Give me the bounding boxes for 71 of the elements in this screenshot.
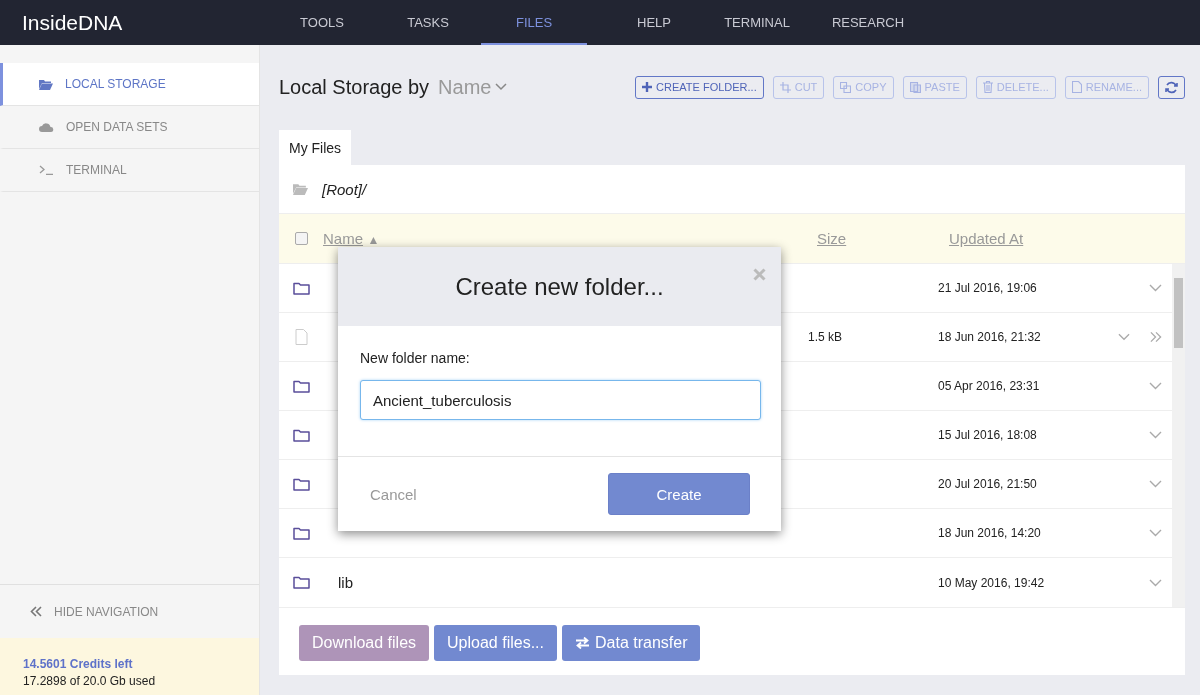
paste-icon [909,81,921,93]
refresh-icon [1165,80,1178,94]
nav-tab[interactable]: HELP [601,0,707,45]
cut-icon [779,81,791,93]
action-button[interactable]: Data transfer [562,625,701,661]
folder-icon [292,576,310,589]
folder-icon [292,379,310,393]
field-label: New folder name: [360,350,471,366]
folder-icon [292,281,310,295]
tab[interactable]: My Files [279,130,352,165]
file-size: 1.5 kB [808,330,843,344]
plus-icon [642,82,653,92]
caret-icon [495,83,508,91]
close-icon[interactable] [753,268,766,281]
folder-icon [293,183,308,195]
action-button[interactable]: Download files [299,625,430,661]
copy-icon [840,81,852,93]
nav-tab[interactable]: TERMINAL [704,0,810,45]
storage-usage: 17.2898 of 20.0 Gb used [23,673,157,690]
updated-date: 21 Jul 2016, 19:06 [938,281,1037,295]
column-header[interactable]: Name [323,229,363,247]
chevron-down-icon[interactable] [1118,333,1130,341]
folder-icon [292,526,310,540]
document-icon [1071,81,1082,93]
column-header[interactable]: Updated At [949,229,1024,247]
transfer-icon [575,637,590,649]
sidebar-item[interactable]: OPEN DATA SETS [0,106,259,149]
updated-date: 15 Jul 2016, 18:08 [938,428,1037,442]
nav-tab[interactable]: TOOLS [269,0,375,45]
document-icon [294,329,308,345]
nav-tab[interactable]: TASKS [375,0,481,45]
updated-date: 18 Jun 2016, 21:32 [938,330,1041,344]
trash-icon [982,81,993,93]
terminal-icon [39,165,54,175]
cancel-button[interactable]: Cancel [360,485,427,503]
updated-date: 18 Jun 2016, 14:20 [938,526,1041,540]
cloud-icon [39,122,54,132]
select-all-checkbox[interactable] [294,232,308,245]
action-button[interactable]: Upload files... [434,625,557,661]
updated-date: 20 Jul 2016, 21:50 [938,477,1037,491]
page-title: Local Storage by [279,75,430,99]
chevron-down-icon[interactable] [1149,431,1162,439]
sidebar-item[interactable]: LOCAL STORAGE [0,63,259,106]
updated-date: 10 May 2016, 19:42 [938,575,1045,590]
chevron-down-icon[interactable] [1149,382,1162,390]
chevron-down-icon[interactable] [1149,284,1162,292]
folder-icon [39,78,53,90]
sidebar-item[interactable]: TERMINAL [0,149,259,192]
folder-icon [292,477,310,491]
credits-link[interactable]: 14.5601 Credits left [23,656,259,673]
file-name[interactable]: lib [338,574,353,591]
breadcrumb[interactable]: [Root]/ [322,180,367,198]
chevron-down-icon[interactable] [1149,529,1162,537]
sort-dropdown[interactable]: Name [438,75,508,99]
dialog-title: Create new folder... [455,272,664,301]
create-button[interactable]: Create [608,473,750,515]
folder-icon [292,428,310,442]
chevron-down-icon[interactable] [1149,578,1162,587]
chevron-down-icon[interactable] [1149,480,1162,488]
column-header[interactable]: Size [817,229,847,247]
nav-tab[interactable]: FILES [481,0,587,45]
double-chevron-right-icon[interactable] [1150,331,1162,343]
scrollbar[interactable] [1172,264,1185,607]
toolbar-button[interactable]: CREATE FOLDER... [635,75,764,99]
double-chevron-left-icon [30,606,42,617]
toolbar-button[interactable] [1158,75,1185,99]
sort-indicator: ▲ [367,232,380,247]
nav-tab[interactable]: RESEARCH [815,0,921,45]
app-logo: InsideDNA [21,10,124,35]
folder-name-field[interactable]: Ancient_tuberculosis [360,380,761,420]
updated-date: 05 Apr 2016, 23:31 [938,379,1040,393]
